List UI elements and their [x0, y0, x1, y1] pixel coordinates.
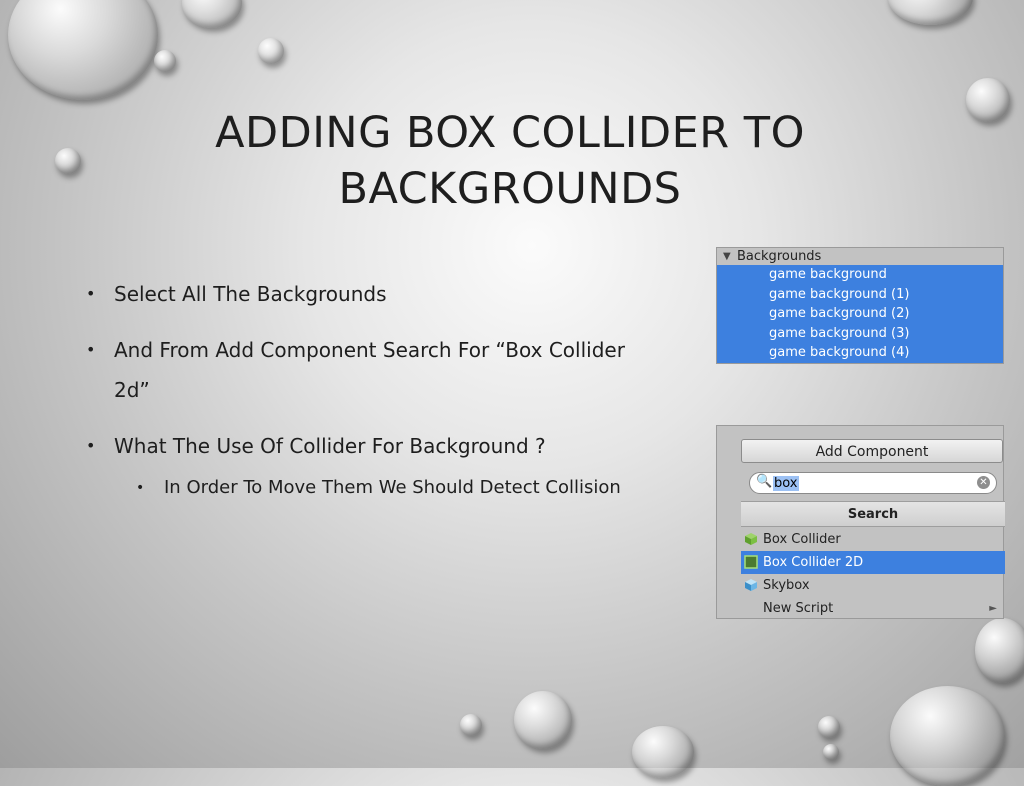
search-results-list: Box Collider Box Collider 2D Skybox New …	[741, 528, 1005, 620]
hierarchy-item[interactable]: game background (1)	[717, 285, 1003, 305]
search-input[interactable]: box	[773, 476, 799, 491]
decorative-drop	[890, 686, 1005, 786]
sub-bullet-item: • In Order To Move Them We Should Detect…	[136, 470, 646, 506]
bullet-item: • Select All The Backgrounds	[86, 274, 646, 314]
decorative-drop	[182, 0, 242, 28]
bullet-text: What The Use Of Collider For Background …	[114, 434, 546, 458]
decorative-drop	[55, 148, 81, 174]
search-icon: 🔍	[756, 474, 773, 489]
sub-bullet-text: In Order To Move Them We Should Detect C…	[164, 477, 621, 498]
decorative-drop	[460, 714, 482, 736]
decorative-drop	[258, 38, 284, 64]
decorative-drop	[975, 618, 1024, 683]
hierarchy-root-item[interactable]: ▼ Backgrounds	[717, 248, 1003, 265]
result-skybox[interactable]: Skybox	[741, 574, 1005, 597]
decorative-drop	[514, 691, 572, 749]
result-box-collider-2d[interactable]: Box Collider 2D	[741, 551, 1005, 574]
bullet-item: • And From Add Component Search For “Box…	[86, 330, 646, 410]
hierarchy-panel: ▼ Backgrounds game background game backg…	[716, 247, 1004, 364]
decorative-drop	[818, 716, 840, 738]
bullet-text: And From Add Component Search For “Box C…	[114, 338, 625, 402]
skybox-icon	[745, 579, 757, 591]
add-component-panel: Add Component 🔍 box ✕ Search Box Collide…	[716, 425, 1005, 620]
search-section-header: Search	[741, 501, 1005, 527]
hierarchy-item[interactable]: game background (3)	[717, 324, 1003, 344]
slide-title: ADDING BOX COLLIDER TO BACKGROUNDS	[180, 105, 840, 217]
box-collider-2d-icon	[744, 555, 758, 569]
slide-title-line: ADDING BOX COLLIDER TO	[215, 108, 805, 158]
bullet-icon: •	[86, 340, 96, 359]
hierarchy-item[interactable]: game background (2)	[717, 304, 1003, 324]
slide-title-line: BACKGROUNDS	[338, 164, 682, 214]
result-label: Box Collider 2D	[763, 555, 864, 570]
add-component-button[interactable]: Add Component	[741, 439, 1003, 463]
result-label: New Script	[763, 601, 834, 616]
hierarchy-root-label: Backgrounds	[737, 249, 822, 264]
expand-triangle-icon[interactable]: ▼	[723, 248, 731, 265]
result-box-collider[interactable]: Box Collider	[741, 528, 1005, 551]
decorative-drop	[966, 78, 1010, 122]
hierarchy-selection: game background game background (1) game…	[717, 265, 1003, 363]
chevron-right-icon: ►	[989, 603, 997, 614]
decorative-drop	[823, 744, 839, 760]
bullet-text: Select All The Backgrounds	[114, 282, 387, 306]
bullet-icon: •	[86, 436, 96, 455]
hierarchy-item[interactable]: game background (4)	[717, 343, 1003, 363]
decorative-drop	[632, 726, 694, 778]
decorative-drop	[154, 50, 176, 72]
bullet-icon: •	[86, 284, 96, 303]
result-new-script[interactable]: New Script ►	[741, 597, 1005, 620]
bullet-list: • Select All The Backgrounds • And From …	[86, 274, 646, 506]
bullet-icon: •	[136, 480, 145, 496]
hierarchy-item[interactable]: game background	[717, 265, 1003, 285]
cube-icon	[745, 533, 757, 545]
result-label: Box Collider	[763, 532, 841, 547]
decorative-drop	[8, 0, 158, 100]
result-label: Skybox	[763, 578, 810, 593]
clear-search-icon[interactable]: ✕	[977, 476, 990, 489]
decorative-drop	[888, 0, 973, 25]
component-search-box[interactable]: 🔍 box ✕	[749, 472, 997, 494]
bullet-item: • What The Use Of Collider For Backgroun…	[86, 426, 646, 466]
